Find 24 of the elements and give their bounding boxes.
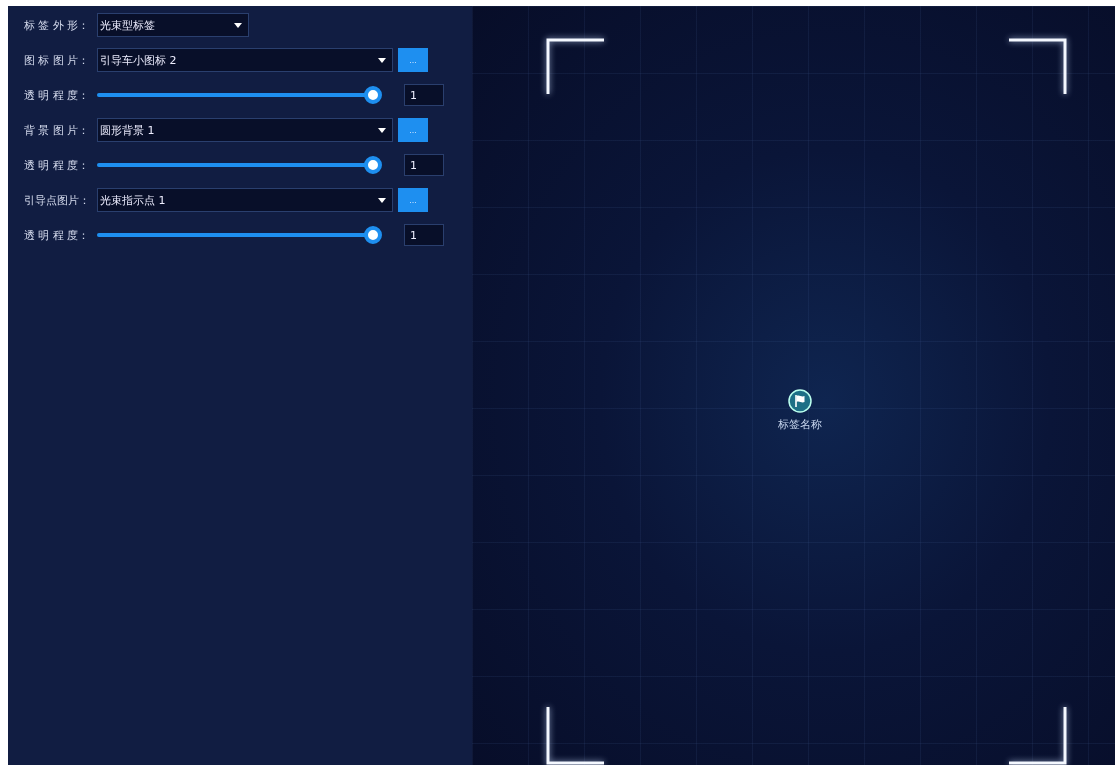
corner-bracket: [1009, 38, 1067, 96]
field-label: 标 签 外 形：: [24, 17, 91, 33]
corner-bracket: [546, 707, 604, 765]
caret-icon: [234, 22, 242, 28]
dropdown[interactable]: 引导车小图标 2: [97, 48, 393, 72]
field-label: 图 标 图 片：: [24, 52, 91, 68]
field-label: 透 明 程 度：: [24, 87, 91, 103]
dropdown[interactable]: 光束型标签: [97, 13, 249, 37]
tag-name: 标签名称: [778, 417, 822, 432]
caret-icon: [378, 57, 386, 63]
field-label: 透 明 程 度：: [24, 157, 91, 173]
dropdown[interactable]: 圆形背景 1: [97, 118, 393, 142]
dropdown[interactable]: 光束指示点 1: [97, 188, 393, 212]
corner-bracket: [1009, 707, 1067, 765]
field-label: 背 景 图 片：: [24, 122, 91, 138]
field-label: 透 明 程 度：: [24, 227, 91, 243]
value-field[interactable]: 1: [404, 84, 444, 106]
corner-bracket: [546, 38, 604, 96]
field-label: 引导点图片：: [24, 192, 91, 208]
flag-icon: [788, 389, 812, 413]
caret-icon: [378, 197, 386, 203]
caret-icon: [378, 127, 386, 133]
value-field[interactable]: 1: [404, 224, 444, 246]
value-field[interactable]: 1: [404, 154, 444, 176]
